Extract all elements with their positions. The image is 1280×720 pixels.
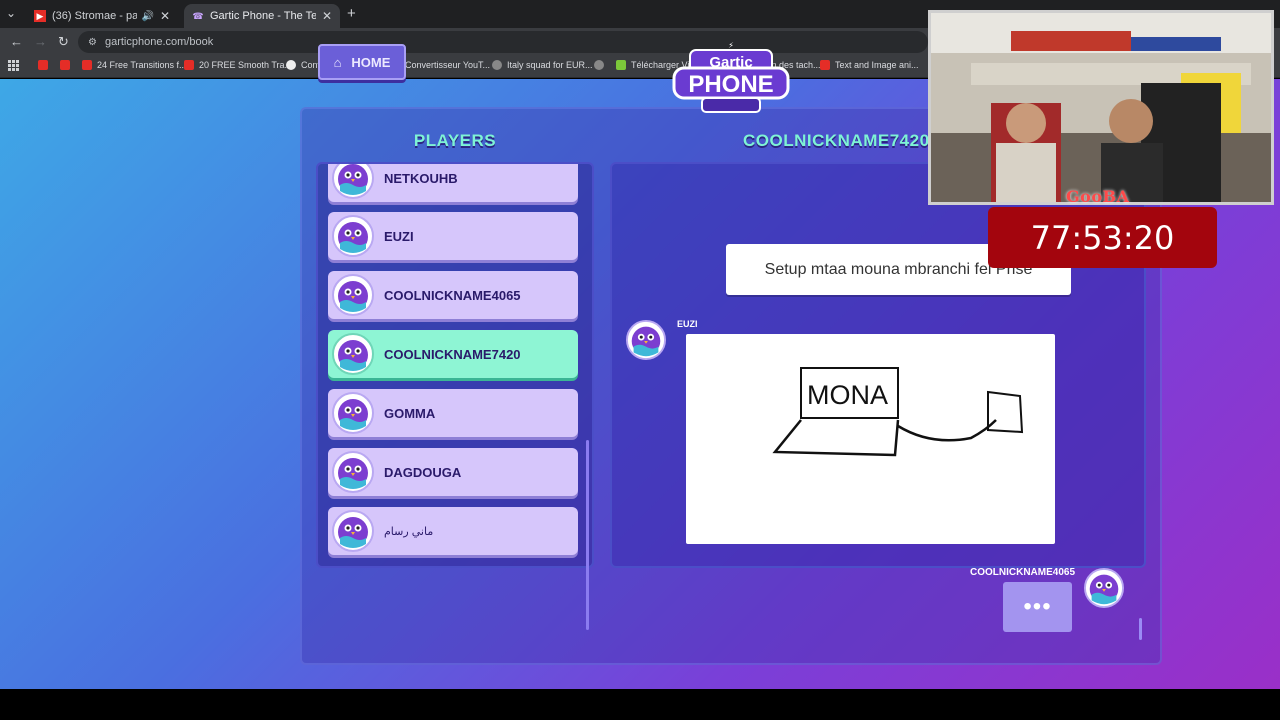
apps-grid-icon[interactable] bbox=[8, 60, 19, 71]
player-name: COOLNICKNAME7420 bbox=[384, 346, 521, 362]
album-scrollbar[interactable] bbox=[1139, 618, 1142, 640]
timer-text: 77:53:20 bbox=[1030, 218, 1175, 257]
download-icon bbox=[616, 60, 626, 70]
home-label: HOME bbox=[351, 54, 391, 70]
url-text: garticphone.com/book bbox=[104, 36, 214, 48]
back-icon[interactable]: ← bbox=[10, 34, 23, 49]
home-icon: ⌂ bbox=[333, 54, 342, 70]
globe-icon bbox=[286, 60, 296, 70]
bookmark-3[interactable]: 20 FREE Smooth Tra... bbox=[184, 60, 292, 70]
close-tab-icon[interactable]: ✕ bbox=[322, 9, 332, 23]
bookmark-1[interactable] bbox=[60, 60, 75, 70]
youtube-icon bbox=[60, 60, 70, 70]
guesser-name: COOLNICKNAME4065 bbox=[970, 567, 1076, 578]
drawer-name: EUZI bbox=[677, 319, 698, 329]
bookmark-label: Text and Image ani... bbox=[835, 60, 919, 70]
bird-avatar-icon bbox=[332, 164, 374, 199]
drawing-canvas: MONA bbox=[686, 334, 1055, 544]
logo-word-phone: PHONE bbox=[688, 71, 773, 98]
bookmark-label: 20 FREE Smooth Tra... bbox=[199, 60, 293, 70]
webcam-feed bbox=[928, 10, 1274, 205]
player-row-active[interactable]: COOLNICKNAME7420 bbox=[328, 330, 578, 378]
new-tab-button[interactable]: + bbox=[347, 5, 356, 22]
player-name: COOLNICKNAME4065 bbox=[384, 287, 521, 303]
youtube-icon bbox=[82, 60, 92, 70]
player-row[interactable]: DAGDOUGA bbox=[328, 448, 578, 496]
speaker-icon[interactable]: 🔊 bbox=[141, 11, 153, 22]
bolt-icon: ⚡ bbox=[728, 42, 734, 50]
bird-avatar-icon bbox=[332, 510, 374, 552]
bookmark-2[interactable]: 24 Free Transitions f... bbox=[82, 60, 187, 70]
player-name: NETKOUHB bbox=[384, 170, 458, 186]
player-row[interactable]: ماني رسام bbox=[328, 507, 578, 555]
youtube-icon bbox=[38, 60, 48, 70]
player-name: DAGDOUGA bbox=[384, 464, 462, 480]
players-list[interactable]: NETKOUHB EUZI COOLNICKNAME4065 COOLNICKN… bbox=[316, 162, 594, 568]
bird-avatar-icon bbox=[332, 274, 374, 316]
bird-avatar-icon bbox=[332, 215, 374, 257]
home-button[interactable]: ⌂ HOME bbox=[318, 44, 406, 80]
bird-avatar-icon bbox=[1084, 568, 1124, 608]
site-info-icon[interactable]: ⚙ bbox=[88, 37, 97, 48]
youtube-icon bbox=[820, 60, 830, 70]
player-name: ماني رسام bbox=[384, 525, 434, 538]
telephone-icon: ☎ bbox=[192, 10, 204, 21]
bookmark-label: 24 Free Transitions f... bbox=[97, 60, 187, 70]
drawing-label: MONA bbox=[807, 380, 888, 410]
tab-title: Gartic Phone - The Telephone G bbox=[210, 10, 316, 22]
youtube-icon: ▶ bbox=[34, 10, 46, 22]
players-scrollbar[interactable] bbox=[586, 440, 589, 630]
address-bar[interactable]: ⚙ garticphone.com/book bbox=[78, 31, 928, 53]
player-row[interactable]: NETKOUHB bbox=[328, 164, 578, 202]
player-row[interactable]: COOLNICKNAME4065 bbox=[328, 271, 578, 319]
bird-avatar-icon bbox=[332, 451, 374, 493]
typing-dots: ••• bbox=[1023, 593, 1052, 620]
bird-avatar-icon bbox=[332, 392, 374, 434]
reload-icon[interactable]: ↻ bbox=[58, 34, 69, 50]
streamer-brand-text: GooBA bbox=[1066, 187, 1130, 206]
players-heading: PLAYERS bbox=[413, 131, 497, 150]
bird-avatar-icon bbox=[332, 333, 374, 375]
typing-indicator: ••• bbox=[1003, 582, 1072, 632]
forward-icon[interactable]: → bbox=[34, 34, 47, 49]
globe-icon bbox=[492, 60, 502, 70]
bookmark-7[interactable] bbox=[594, 60, 609, 70]
browser-tab-youtube[interactable]: ▶ (36) Stromae - papaoutai (O 🔊 ✕ bbox=[26, 4, 178, 28]
player-name: GOMMA bbox=[384, 405, 436, 421]
screen-bottom-bar bbox=[0, 689, 1280, 720]
globe-icon bbox=[594, 60, 604, 70]
bookmark-6[interactable]: Italy squad for EUR... bbox=[492, 60, 593, 70]
tab-title: (36) Stromae - papaoutai (O bbox=[52, 10, 138, 22]
bookmark-label: Italy squad for EUR... bbox=[507, 60, 593, 70]
close-tab-icon[interactable]: ✕ bbox=[160, 9, 170, 23]
gartic-phone-logo: Gartic PHONE ⚡ bbox=[672, 42, 790, 113]
tab-search-icon[interactable]: ⌄ bbox=[6, 6, 16, 20]
webcam-image bbox=[931, 13, 1271, 202]
browser-tab-gartic[interactable]: ☎ Gartic Phone - The Telephone G ✕ bbox=[184, 4, 340, 28]
bookmark-10[interactable]: Text and Image ani... bbox=[820, 60, 919, 70]
bookmark-0[interactable] bbox=[38, 60, 53, 70]
youtube-icon bbox=[184, 60, 194, 70]
bird-avatar-icon bbox=[626, 320, 666, 360]
player-row[interactable]: EUZI bbox=[328, 212, 578, 260]
player-name: EUZI bbox=[384, 228, 414, 244]
stream-timer: 77:53:20 bbox=[988, 207, 1217, 268]
bookmark-label: Convertisseur YouT... bbox=[405, 60, 491, 70]
player-row[interactable]: GOMMA bbox=[328, 389, 578, 437]
